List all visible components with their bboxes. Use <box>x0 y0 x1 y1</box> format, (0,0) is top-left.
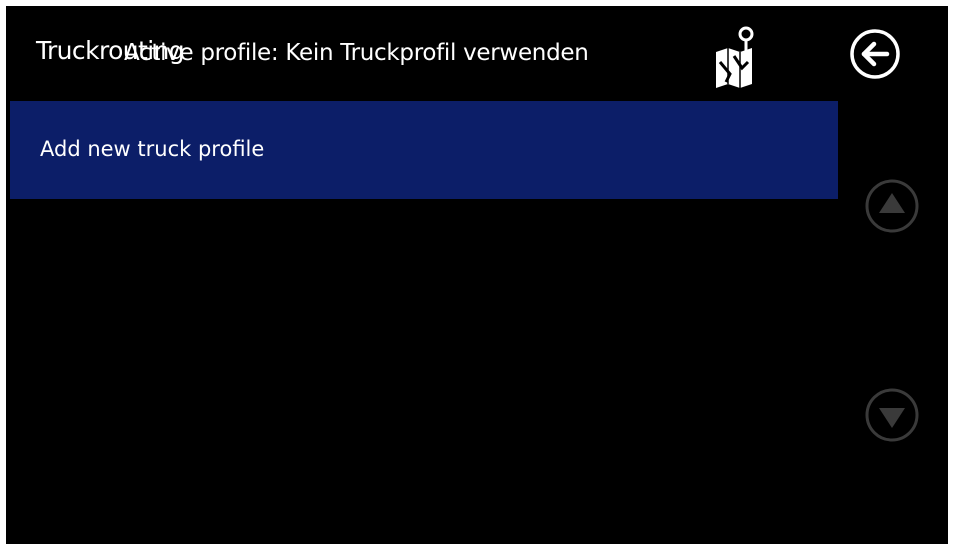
scroll-down-icon <box>865 388 919 442</box>
list-item-label: Add new truck profile <box>40 137 265 161</box>
app-screen: Truckrouting Active profile: Kein Truckp… <box>6 6 948 544</box>
scroll-down-button[interactable] <box>864 387 920 443</box>
scroll-up-icon <box>865 179 919 233</box>
map-pin-icon[interactable] <box>708 22 760 88</box>
scroll-up-button[interactable] <box>864 178 920 234</box>
back-arrow-icon <box>850 29 900 79</box>
back-button[interactable] <box>849 28 901 80</box>
active-profile-text: Active profile: Kein Truckprofil verwend… <box>124 40 589 66</box>
list-item-add-truck-profile[interactable]: Add new truck profile <box>10 101 838 199</box>
